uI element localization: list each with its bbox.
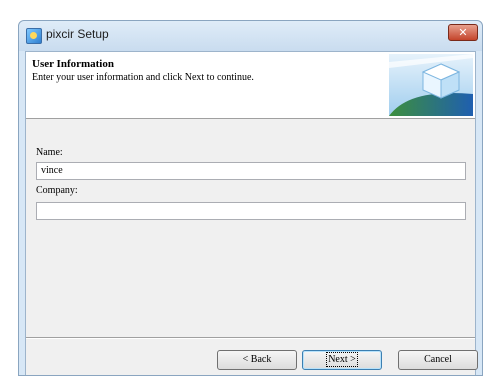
- header-banner: User Information Enter your user informa…: [26, 52, 475, 119]
- page-title: User Information: [32, 58, 114, 70]
- name-label: Name:: [36, 147, 63, 158]
- app-icon: [26, 28, 42, 44]
- back-button[interactable]: < Back: [217, 350, 297, 370]
- window-title: pixcir Setup: [46, 27, 109, 41]
- name-field[interactable]: vince: [36, 162, 466, 180]
- cancel-button[interactable]: Cancel: [398, 350, 478, 370]
- page-subtitle: Enter your user information and click Ne…: [32, 72, 254, 83]
- company-label: Company:: [36, 185, 78, 196]
- company-field[interactable]: [36, 202, 466, 220]
- next-button-label: Next >: [326, 352, 358, 367]
- installer-cube-graphic-icon: [389, 54, 473, 116]
- setup-window: pixcir Setup ✕ User Information Enter yo…: [18, 20, 483, 376]
- close-button[interactable]: ✕: [448, 24, 478, 41]
- button-separator: [26, 337, 475, 339]
- dialog-body: User Information Enter your user informa…: [25, 51, 478, 375]
- next-button[interactable]: Next >: [302, 350, 382, 370]
- title-bar[interactable]: pixcir Setup ✕: [19, 21, 482, 51]
